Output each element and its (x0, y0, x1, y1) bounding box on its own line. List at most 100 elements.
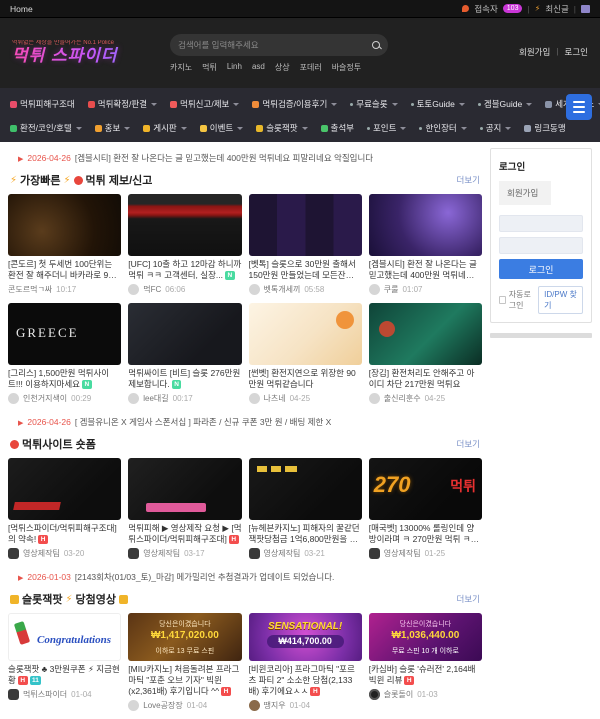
nav-item-label: 먹튀확정/판결 (98, 98, 147, 110)
quick-link[interactable]: 먹튀 (202, 62, 217, 73)
post-time: 01-25 (425, 549, 445, 558)
nav-item[interactable]: 홍보 (95, 122, 131, 134)
post-thumbnail[interactable] (128, 303, 241, 365)
search-icon[interactable] (372, 41, 380, 49)
post-thumbnail[interactable]: SENSATIONAL! ₩414,700.00 (249, 613, 362, 661)
nav-item[interactable]: 출석부 (321, 122, 354, 134)
find-idpw-button[interactable]: ID/PW 찾기 (538, 286, 583, 314)
video-thumbnail[interactable] (249, 458, 362, 520)
username[interactable]: 인천거지색이 (23, 393, 67, 404)
nav-item[interactable]: 겜블Guide (478, 98, 532, 110)
signup-link[interactable]: 회원가입 (519, 46, 550, 58)
nav-item[interactable]: 공지 (480, 122, 512, 134)
username[interactable]: Love공장장 (143, 700, 182, 711)
nav-item[interactable]: 한인장터 (419, 122, 466, 134)
post-title[interactable]: 슬롯잭팟 ♣ 3만원쿠폰 ⚡ 지금현황H11 (8, 664, 121, 686)
tab-signup[interactable]: 회원가입 (499, 181, 551, 205)
post-title[interactable]: [장김] 환전처리도 안해주고 아이디 차단 217만원 먹튀요 (369, 368, 482, 390)
username[interactable]: 땡지우 (264, 700, 286, 711)
video-thumbnail[interactable]: 270 먹튀 (369, 458, 482, 520)
nav-item[interactable]: 환전/코인/호텔 (10, 122, 82, 134)
username[interactable]: 출신리훈수 (384, 393, 421, 404)
quick-link[interactable]: asd (252, 62, 265, 73)
username[interactable]: 벳톡개세끼 (264, 284, 301, 295)
post-title[interactable]: [UFC] 10출 하고 12마감 하니까 먹튀 ㅋㅋ 고객센터, 실장...N (128, 259, 241, 281)
chevron-down-icon (76, 127, 82, 130)
username[interactable]: lee대길 (143, 393, 168, 404)
post-title[interactable]: [카심바] 슬롯 '슈러전' 2,164배 빅윈 리뷰H (369, 664, 482, 686)
post-thumbnail[interactable]: Congratulations (8, 613, 121, 661)
more-link[interactable]: 더보기 (457, 174, 480, 186)
menu-icon[interactable] (581, 5, 590, 13)
nav-item[interactable]: 먹튀피해구조대 (10, 98, 75, 110)
username[interactable]: 영상제작팀 (23, 548, 60, 559)
nav-item[interactable]: 게시판 (143, 122, 186, 134)
more-link[interactable]: 더보기 (457, 593, 480, 605)
quick-link[interactable]: 상상 (275, 62, 290, 73)
post-title[interactable]: [뉴헤븐카지노] 피해자의 꿀같던 잭팟당첨금 1억6,800만원을 슈킹...… (249, 523, 362, 545)
post-thumbnail[interactable] (249, 303, 362, 365)
latest-posts-link[interactable]: 최신글 (545, 3, 568, 15)
post-title[interactable]: [콘도르] 첫 두세번 100단위는 환전 잘 해주더니 바카라로 93...N (8, 259, 121, 281)
site-logo[interactable]: 먹튀없는 세상을 만들어가는 No.1 Police 먹튀 스파이더 (12, 40, 152, 65)
nav-item[interactable]: 토토Guide (411, 98, 465, 110)
avatar (8, 548, 19, 559)
post-title[interactable]: [MIU카지노] 처음돌려본 프라그마틱 "포춘 오브 기자" 빅윈(x2,36… (128, 664, 241, 697)
post-thumbnail[interactable] (128, 194, 241, 256)
nav-item[interactable]: 먹튀검증/이용후기 (252, 98, 337, 110)
post-title[interactable]: [겜블시티] 환전 잘 나온다는 글 믿고했는데 400만원 먹튀네요 ...N (369, 259, 482, 281)
post-title[interactable]: 먹튀피해 ▶ 영상제작 요청 ▶ [먹튀스파이더/먹튀피해구조대]H (128, 523, 241, 545)
post-title[interactable]: [비윈코리아] 프라그마틱 "포르츠 파티 2" 소소한 당첨(2,133배) … (249, 664, 362, 697)
nav-item[interactable]: 이벤트 (200, 122, 243, 134)
username[interactable]: 영상제작팀 (143, 548, 180, 559)
nav-item[interactable]: 먹튀확정/판결 (88, 98, 157, 110)
post-thumbnail[interactable]: 당신은이겼습니다 ₩1,417,020.00 이하로 13 무료 스핀 (128, 613, 241, 661)
quick-link[interactable]: 포데러 (300, 62, 322, 73)
nav-item[interactable]: 슬롯잭팟 (256, 122, 307, 134)
post-title[interactable]: [썬벳] 환전지연으로 위장한 90만원 먹튀같습니다 (249, 368, 362, 390)
login-link[interactable]: 로그인 (565, 46, 588, 58)
video-thumbnail[interactable] (128, 458, 241, 520)
quick-link[interactable]: Linh (227, 62, 242, 73)
password-field[interactable] (499, 237, 583, 254)
username[interactable]: 나츠네 (264, 393, 286, 404)
search-input[interactable] (178, 40, 372, 50)
quick-link[interactable]: 바슬정투 (332, 62, 361, 73)
login-button[interactable]: 로그인 (499, 259, 583, 279)
notice-bar[interactable]: 2026-04-26 [ 겜블유니온 X 게임사 스폰서십 ] 파라존 / 신규… (8, 412, 482, 432)
post-thumbnail[interactable]: GREECE (8, 303, 121, 365)
home-link[interactable]: Home (10, 4, 33, 14)
post-title[interactable]: [벳톡] 슬롯으로 30만원 출해서 150만원 만들었는데 모든잔액이...N (249, 259, 362, 281)
quick-link[interactable]: 카지노 (170, 62, 192, 73)
id-field[interactable] (499, 215, 583, 232)
post-thumbnail[interactable] (249, 194, 362, 256)
post-title[interactable]: [먹튀스파이더/먹튀피해구조대]의 약속!H (8, 523, 121, 545)
username[interactable]: 쿠룰 (384, 284, 399, 295)
search-box (170, 34, 388, 56)
post-thumbnail[interactable] (8, 194, 121, 256)
post-thumbnail[interactable] (369, 194, 482, 256)
jackpot-card: SENSATIONAL! ₩414,700.00 [비윈코리아] 프라그마틱 "… (249, 613, 362, 711)
username[interactable]: 먹FC (143, 284, 161, 295)
nav-item[interactable]: 먹튀신고/제보 (170, 98, 239, 110)
more-link[interactable]: 더보기 (457, 438, 480, 450)
post-thumbnail[interactable]: 당신은이겼습니다 ₩1,036,440.00 무료 스핀 10 개 이하로 (369, 613, 482, 661)
username[interactable]: 영상제작팀 (264, 548, 301, 559)
nav-item[interactable]: 포인트 (367, 122, 406, 134)
hamburger-menu-button[interactable] (566, 94, 592, 120)
nav-item[interactable]: 무료슬롯 (350, 98, 397, 110)
post-title[interactable]: [매국벳] 13000% 롤링인데 양방이라며 ㅋ 270만원 먹튀 ㅋㅋH (369, 523, 482, 545)
username[interactable]: 영상제작팀 (384, 548, 421, 559)
post-thumbnail[interactable] (369, 303, 482, 365)
notice-bar[interactable]: 2026-04-26 [겜블시티] 환전 잘 나온다는 글 믿고했는데 400만… (8, 148, 482, 168)
video-thumbnail[interactable] (8, 458, 121, 520)
visitors-label[interactable]: 접속자 (474, 3, 497, 15)
notice-date: 2026-04-26 (27, 417, 70, 427)
username[interactable]: 콘도르먹ㄱ싸 (8, 284, 52, 295)
dot-icon (367, 127, 370, 130)
notice-bar[interactable]: 2026-01-03 [2143회차(01/03_토)_마감] 메가밀리언 추첨… (8, 567, 482, 587)
post-title[interactable]: 먹튀싸이트 [비트] 슬롯 276만원 제보합니다.N (128, 368, 241, 390)
post-title[interactable]: [그리스] 1,500만원 먹튀사이트!!! 이용하지마세요N (8, 368, 121, 390)
nav-item[interactable]: 링크동맹 (524, 122, 565, 134)
auto-login-checkbox[interactable] (499, 296, 506, 304)
